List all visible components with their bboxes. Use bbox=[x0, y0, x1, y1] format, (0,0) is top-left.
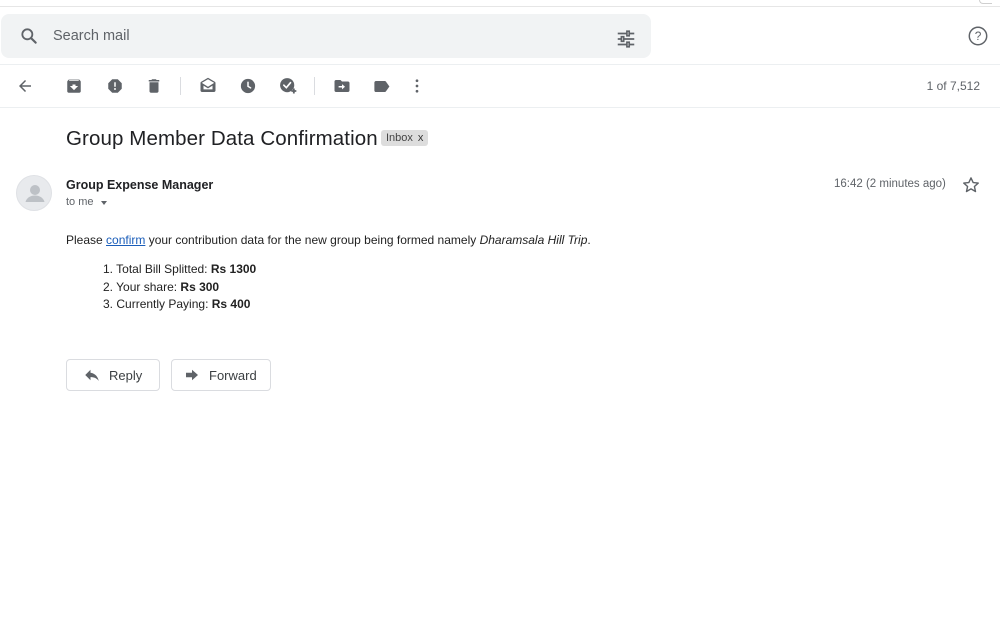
email-timestamp: 16:42 (2 minutes ago) bbox=[834, 178, 946, 190]
toolbar-separator bbox=[180, 77, 181, 95]
list-item: 1. Total Bill Splitted: Rs 1300 bbox=[103, 262, 256, 280]
toolbar-separator bbox=[314, 77, 315, 95]
list-item: 3. Currently Paying: Rs 400 bbox=[103, 297, 256, 315]
label-chip-text: Inbox bbox=[386, 132, 413, 144]
mark-unread-icon[interactable] bbox=[197, 75, 219, 97]
report-spam-icon[interactable] bbox=[104, 75, 126, 97]
more-vert-icon[interactable] bbox=[406, 75, 428, 97]
chevron-down-icon[interactable] bbox=[100, 200, 107, 205]
star-icon[interactable] bbox=[961, 175, 981, 195]
body-middle: your contribution data for the new group… bbox=[145, 233, 480, 247]
inbox-label-chip[interactable]: Inbox x bbox=[381, 130, 429, 146]
svg-text:?: ? bbox=[975, 29, 982, 43]
list-item-number: 1. bbox=[103, 262, 114, 276]
list-item: 2. Your share: Rs 300 bbox=[103, 280, 256, 298]
list-item-number: 2. bbox=[103, 279, 114, 294]
reply-button[interactable]: Reply bbox=[66, 359, 160, 391]
toolbar-divider-top bbox=[0, 64, 1000, 65]
list-item-value: Rs 300 bbox=[180, 279, 220, 294]
list-item-label: Your share: bbox=[116, 279, 181, 294]
reply-label: Reply bbox=[109, 367, 143, 383]
search-bar[interactable] bbox=[1, 14, 651, 58]
forward-icon bbox=[183, 366, 201, 384]
window-top-edge bbox=[0, 0, 1000, 7]
confirm-link[interactable]: confirm bbox=[106, 233, 145, 247]
remove-label-button[interactable]: x bbox=[418, 132, 424, 144]
help-icon[interactable]: ? bbox=[967, 25, 989, 47]
body-suffix: . bbox=[587, 233, 591, 247]
recipient-details-toggle[interactable]: to me bbox=[66, 196, 107, 208]
delete-icon[interactable] bbox=[143, 75, 165, 97]
list-item-value: Rs 400 bbox=[211, 297, 251, 311]
email-body: Please confirm your contribution data fo… bbox=[66, 233, 591, 247]
forward-label: Forward bbox=[209, 367, 257, 383]
recipient-label: to me bbox=[66, 196, 94, 208]
list-item-label: Total Bill Splitted: bbox=[116, 262, 211, 276]
contribution-details-list: 1. Total Bill Splitted: Rs 1300 2. Your … bbox=[103, 262, 256, 315]
reply-icon bbox=[83, 366, 101, 384]
arrow-back-icon[interactable] bbox=[14, 75, 36, 97]
page-count: 1 of 7,512 bbox=[926, 79, 980, 93]
list-item-value: Rs 1300 bbox=[210, 262, 257, 276]
email-subject: Group Member Data Confirmation bbox=[66, 127, 378, 150]
group-name: Dharamsala Hill Trip bbox=[479, 233, 588, 247]
list-item-label: Currently Paying: bbox=[116, 297, 212, 311]
body-prefix: Please bbox=[66, 233, 107, 247]
list-item-number: 3. bbox=[103, 297, 114, 311]
toolbar-divider-bottom bbox=[0, 107, 1000, 108]
search-input[interactable] bbox=[53, 24, 593, 48]
avatar bbox=[16, 175, 52, 211]
archive-icon[interactable] bbox=[63, 75, 85, 97]
add-task-icon[interactable] bbox=[277, 75, 299, 97]
forward-button[interactable]: Forward bbox=[171, 359, 271, 391]
search-icon[interactable] bbox=[19, 26, 39, 46]
move-to-icon[interactable] bbox=[331, 75, 353, 97]
snooze-icon[interactable] bbox=[237, 75, 259, 97]
tune-icon[interactable] bbox=[615, 28, 637, 50]
sender-name[interactable]: Group Expense Manager bbox=[66, 178, 213, 192]
label-icon[interactable] bbox=[370, 75, 392, 97]
